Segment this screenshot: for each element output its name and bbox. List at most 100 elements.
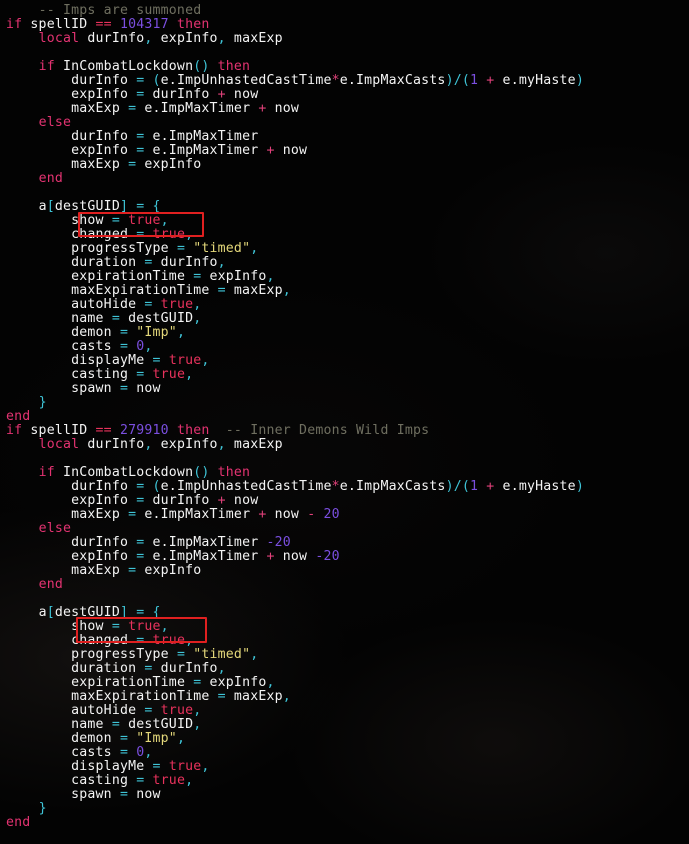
code-line[interactable]: maxExpirationTime = maxExp,	[0, 690, 689, 704]
token-eq: =	[111, 311, 120, 326]
code-line[interactable]: expInfo = e.ImpMaxTimer + now	[0, 144, 689, 158]
token-id	[144, 199, 152, 214]
code-line[interactable]: if spellID == 104317 then	[0, 18, 689, 32]
code-line[interactable]: spawn = now	[0, 788, 689, 802]
token-pls: +	[217, 87, 226, 102]
code-line[interactable]: name = destGUID,	[0, 718, 689, 732]
token-id: now	[225, 87, 259, 102]
code-line[interactable]: changed = true,	[0, 228, 689, 242]
code-line[interactable]: maxExpirationTime = maxExp,	[0, 284, 689, 298]
code-line[interactable]: duration = durInfo,	[0, 662, 689, 676]
code-line[interactable]: expirationTime = expInfo,	[0, 676, 689, 690]
code-line[interactable]: else	[0, 116, 689, 130]
code-line[interactable]: end	[0, 172, 689, 186]
token-eq: /	[453, 479, 462, 494]
code-line[interactable]	[0, 592, 689, 606]
token-id: destGUID	[54, 199, 120, 214]
code-line[interactable]: else	[0, 522, 689, 536]
token-id: expInfo	[201, 675, 267, 690]
code-line[interactable]: casting = true,	[0, 774, 689, 788]
code-line[interactable]: displayMe = true,	[0, 354, 689, 368]
token-id: now	[225, 493, 259, 508]
token-id: e.myHaste	[494, 479, 576, 494]
token-eq: /	[453, 73, 462, 88]
code-line[interactable]: show = true,	[0, 620, 689, 634]
code-line[interactable]: a[destGUID] = {	[0, 200, 689, 214]
code-line[interactable]: spawn = now	[0, 382, 689, 396]
token-id: e.ImpUnhastedCastTime	[160, 73, 332, 88]
code-line[interactable]: maxExp = e.ImpMaxTimer + now - 20	[0, 508, 689, 522]
token-id: durInfo	[71, 73, 129, 88]
code-line[interactable]: end	[0, 578, 689, 592]
code-line[interactable]: durInfo = e.ImpMaxTimer -20	[0, 536, 689, 550]
code-line[interactable]: casting = true,	[0, 368, 689, 382]
code-line[interactable]: if InCombatLockdown() then	[0, 60, 689, 74]
code-line[interactable]: changed = true,	[0, 634, 689, 648]
token-id	[210, 689, 218, 704]
code-line[interactable]: end	[0, 816, 689, 830]
code-line[interactable]: maxExp = e.ImpMaxTimer + now	[0, 102, 689, 116]
token-id: durInfo	[79, 31, 145, 46]
code-line[interactable]: if spellID == 279910 then -- Inner Demon…	[0, 424, 689, 438]
code-line[interactable]: autoHide = true,	[0, 704, 689, 718]
token-id	[120, 157, 128, 172]
token-id: e.ImpUnhastedCastTime	[160, 479, 332, 494]
token-kw: if	[6, 423, 23, 438]
code-line[interactable]: if InCombatLockdown() then	[0, 466, 689, 480]
token-id	[210, 59, 218, 74]
token-eq: ,	[266, 269, 275, 284]
code-line[interactable]: name = destGUID,	[0, 312, 689, 326]
token-str: "timed"	[193, 241, 251, 256]
code-line[interactable]: expInfo = e.ImpMaxTimer + now -20	[0, 550, 689, 564]
code-line[interactable]: progressType = "timed",	[0, 242, 689, 256]
code-line[interactable]	[0, 46, 689, 60]
code-line[interactable]: progressType = "timed",	[0, 648, 689, 662]
code-line[interactable]: demon = "Imp",	[0, 732, 689, 746]
code-line[interactable]: casts = 0,	[0, 340, 689, 354]
code-line[interactable]	[0, 186, 689, 200]
code-line[interactable]: autoHide = true,	[0, 298, 689, 312]
code-line[interactable]: durInfo = (e.ImpUnhastedCastTime*e.ImpMa…	[0, 480, 689, 494]
token-num: 279910	[119, 423, 169, 438]
code-line[interactable]: end	[0, 410, 689, 424]
code-line[interactable]: local durInfo, expInfo, maxExp	[0, 32, 689, 46]
code-line[interactable]: duration = durInfo,	[0, 256, 689, 270]
token-id	[144, 353, 152, 368]
code-line[interactable]	[0, 452, 689, 466]
code-line[interactable]: maxExp = expInfo	[0, 158, 689, 172]
code-line[interactable]: displayMe = true,	[0, 760, 689, 774]
token-id: durInfo	[71, 479, 129, 494]
code-line[interactable]: durInfo = e.ImpMaxTimer	[0, 130, 689, 144]
token-id: a	[38, 605, 47, 620]
code-line[interactable]: expInfo = durInfo + now	[0, 494, 689, 508]
code-line[interactable]: a[destGUID] = {	[0, 606, 689, 620]
code-line[interactable]: }	[0, 396, 689, 410]
code-line[interactable]: maxExp = expInfo	[0, 564, 689, 578]
token-eq: ,	[282, 283, 291, 298]
code-line[interactable]: casts = 0,	[0, 746, 689, 760]
token-id	[153, 703, 161, 718]
code-line[interactable]: expInfo = durInfo + now	[0, 88, 689, 102]
code-line[interactable]: -- Imps are summoned	[0, 4, 689, 18]
code-editor-viewport[interactable]: -- Imps are summoned if spellID == 104317…	[0, 0, 689, 830]
code-line[interactable]: durInfo = (e.ImpUnhastedCastTime*e.ImpMa…	[0, 74, 689, 88]
token-eq: ,	[160, 619, 169, 634]
token-id	[112, 731, 120, 746]
token-fn: InCombatLockdown	[54, 59, 194, 74]
token-id	[120, 101, 128, 116]
code-line[interactable]: }	[0, 802, 689, 816]
code-line[interactable]: local durInfo, expInfo, maxExp	[0, 438, 689, 452]
code-line[interactable]: expirationTime = expInfo,	[0, 270, 689, 284]
code-line[interactable]: show = true,	[0, 214, 689, 228]
code-line[interactable]: demon = "Imp",	[0, 326, 689, 340]
token-id: expInfo	[71, 493, 129, 508]
token-kw: local	[38, 437, 80, 452]
token-id	[185, 241, 193, 256]
